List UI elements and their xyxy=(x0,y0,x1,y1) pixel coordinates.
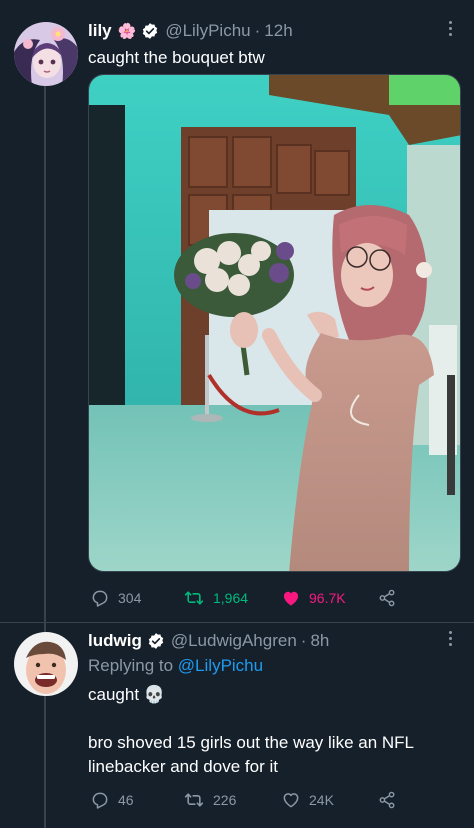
like-icon xyxy=(283,793,299,808)
share-icon xyxy=(379,589,395,607)
timestamp[interactable]: 12h xyxy=(264,21,292,41)
reply-count: 304 xyxy=(118,590,142,606)
tweet-text-line2: bro shoved 15 girls out the way like an … xyxy=(88,733,415,752)
like-count: 24K xyxy=(309,792,334,808)
share-button[interactable] xyxy=(377,787,405,813)
retweet-icon xyxy=(184,591,204,605)
tweet-photo[interactable] xyxy=(88,74,461,572)
reply-icon xyxy=(92,590,108,607)
separator-dot: · xyxy=(300,631,307,650)
retweet-icon xyxy=(184,793,204,807)
separator-dot: · xyxy=(254,21,261,40)
reply-button[interactable]: 304 xyxy=(90,585,141,611)
reply-count: 46 xyxy=(118,792,134,808)
more-icon[interactable] xyxy=(440,628,460,652)
skull-emoji: 💀 xyxy=(143,685,165,704)
username-handle[interactable]: @LilyPichu xyxy=(165,21,250,41)
tweet-header: ludwig @LudwigAhgren · 8h xyxy=(88,631,329,651)
avatar-lily[interactable] xyxy=(14,22,78,86)
tweet-text-line3: linebacker and dove for it xyxy=(88,757,278,776)
verified-icon xyxy=(147,632,165,650)
like-button[interactable]: 24K xyxy=(281,787,334,813)
tweet-text-caught: caught xyxy=(88,685,140,704)
timestamp[interactable]: 8h xyxy=(310,631,329,651)
tweet-actions: 46 226 24K xyxy=(88,787,408,813)
tweet-ludwig[interactable]: ludwig @LudwigAhgren · 8h Replying to @L… xyxy=(0,622,474,828)
share-icon xyxy=(379,791,395,809)
reply-button[interactable]: 46 xyxy=(90,787,134,813)
username-handle[interactable]: @LudwigAhgren xyxy=(171,631,297,651)
replying-to: Replying to @LilyPichu xyxy=(88,656,263,676)
tweet-lily[interactable]: lily 🌸 @LilyPichu · 12h caught the bouqu… xyxy=(0,0,474,622)
display-name[interactable]: ludwig xyxy=(88,631,142,651)
tweet-text-line1: caught 💀 xyxy=(88,683,165,707)
cherry-blossom-emoji: 🌸 xyxy=(117,23,137,40)
more-icon[interactable] xyxy=(440,18,460,42)
retweet-button[interactable]: 226 xyxy=(183,787,236,813)
avatar-ludwig[interactable] xyxy=(14,632,78,696)
reply-icon xyxy=(92,792,108,809)
verified-icon xyxy=(141,22,159,40)
display-name[interactable]: lily xyxy=(88,21,112,41)
retweet-button[interactable]: 1,964 xyxy=(183,585,248,611)
like-count: 96.7K xyxy=(309,590,346,606)
retweet-count: 1,964 xyxy=(213,590,249,606)
tweet-actions: 304 1,964 96.7K xyxy=(88,585,408,611)
replying-to-label: Replying to xyxy=(88,656,174,675)
tweet-text: caught the bouquet btw xyxy=(88,48,265,67)
retweet-count: 226 xyxy=(213,792,237,808)
tweet-header: lily 🌸 @LilyPichu · 12h xyxy=(88,21,293,41)
like-button[interactable]: 96.7K xyxy=(281,585,346,611)
like-icon xyxy=(283,591,299,606)
replying-to-mention[interactable]: @LilyPichu xyxy=(178,656,263,675)
share-button[interactable] xyxy=(377,585,405,611)
